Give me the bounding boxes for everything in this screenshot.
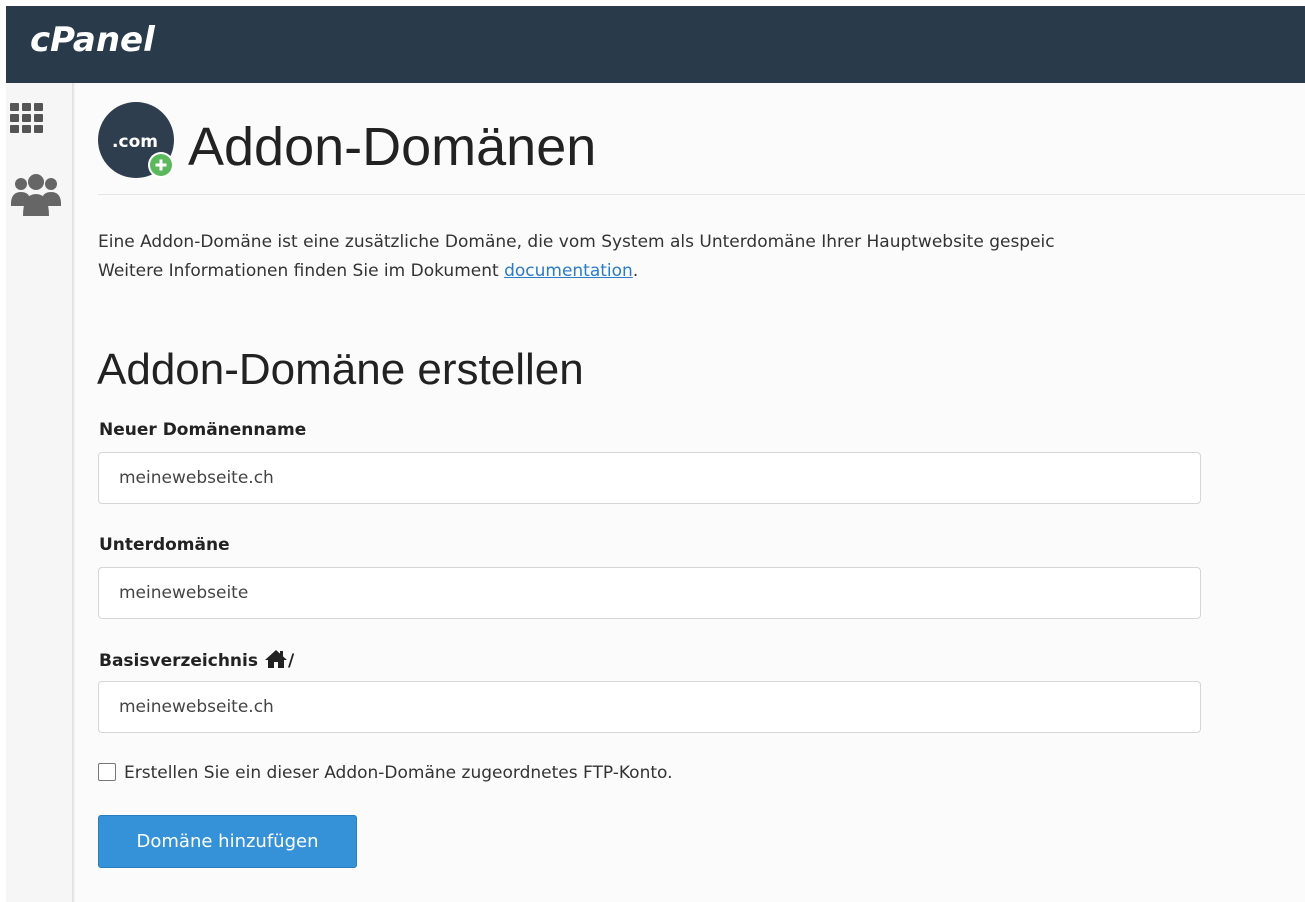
subdomain-input[interactable]: meinewebseite [98, 567, 1201, 619]
add-domain-button[interactable]: Domäne hinzufügen [98, 815, 357, 868]
home-icon [264, 649, 288, 674]
users-icon[interactable] [10, 172, 62, 224]
description-line-2-end: . [632, 261, 639, 281]
page-title: Addon-Domänen [188, 117, 597, 177]
addon-domain-icon-text: .com [112, 132, 158, 152]
create-section-title: Addon-Domäne erstellen [97, 345, 584, 394]
new-domain-input[interactable]: meinewebseite.ch [98, 452, 1201, 504]
description-line-1: Eine Addon-Domäne ist eine zusätzliche D… [98, 232, 1055, 252]
new-domain-label: Neuer Domänenname [99, 420, 307, 440]
top-navbar: cPanel [6, 6, 1305, 83]
ftp-checkbox-row: Erstellen Sie ein dieser Addon-Domäne zu… [98, 763, 673, 783]
description-line-2: Weitere Informationen finden Sie im Doku… [98, 257, 1305, 286]
ftp-checkbox-label[interactable]: Erstellen Sie ein dieser Addon-Domäne zu… [124, 763, 673, 783]
addon-domain-icon: .com [98, 102, 176, 184]
documentation-link[interactable]: documentation [504, 261, 633, 281]
description-line-2-text: Weitere Informationen finden Sie im Doku… [98, 261, 505, 281]
docroot-label: Basisverzeichnis / [99, 649, 294, 674]
ftp-checkbox[interactable] [98, 763, 116, 781]
sidebar [6, 83, 73, 902]
docroot-label-text: Basisverzeichnis [99, 651, 258, 671]
page-header: .com Addon-Domänen [98, 102, 1305, 195]
subdomain-label: Unterdomäne [99, 535, 230, 555]
page-description: Eine Addon-Domäne ist eine zusätzliche D… [98, 228, 1305, 286]
cpanel-logo[interactable]: cPanel [30, 20, 155, 60]
main-content: .com Addon-Domänen Eine Addon-Domäne ist… [76, 83, 1305, 902]
docroot-input[interactable]: meinewebseite.ch [98, 681, 1201, 733]
docroot-slash: / [287, 651, 295, 671]
grid-icon[interactable] [10, 103, 44, 137]
